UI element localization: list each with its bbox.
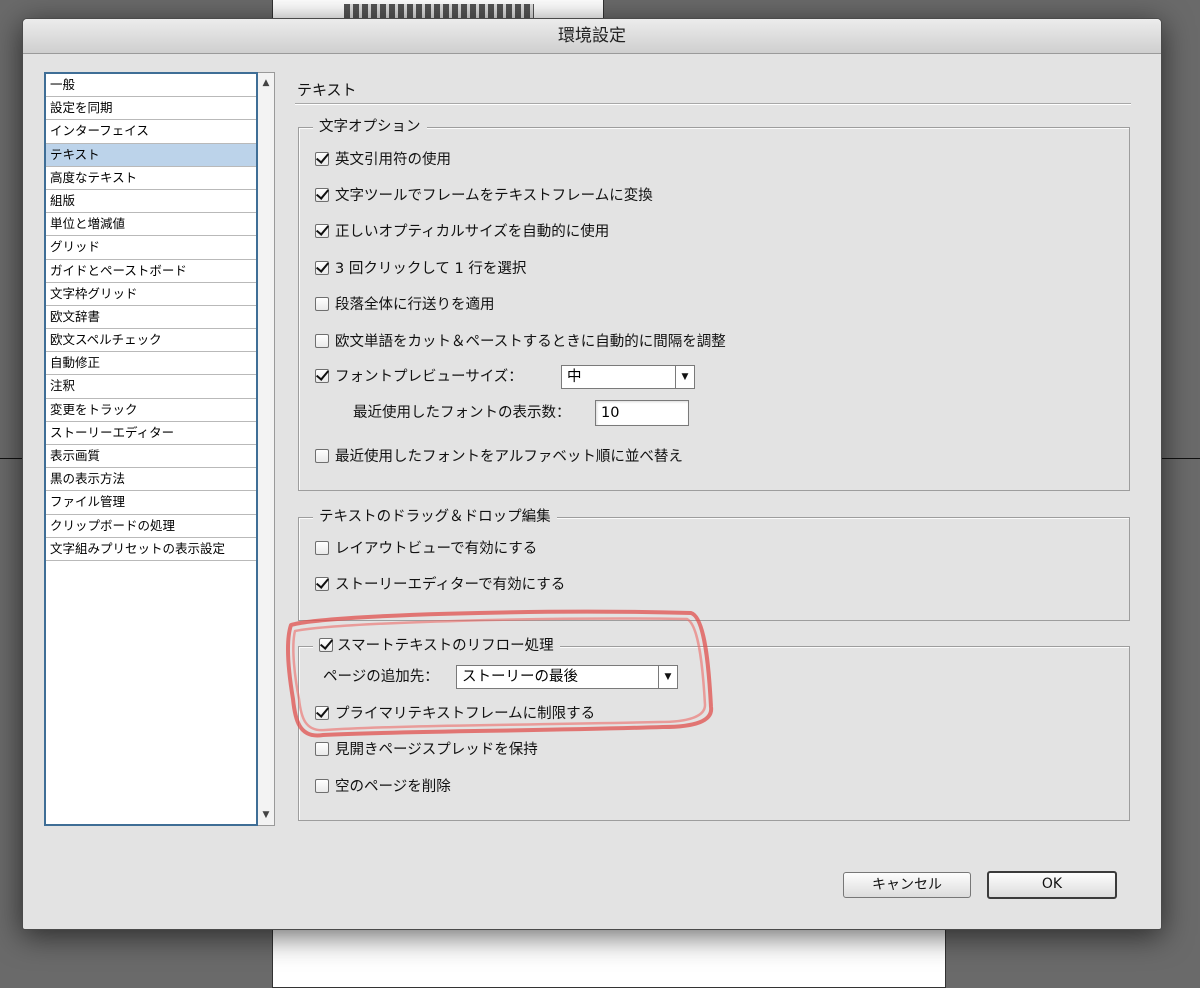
limit-primary-frames-checkbox[interactable] <box>315 706 329 720</box>
add-pages-to-row: ページの追加先： <box>323 667 439 687</box>
section-title: テキスト <box>297 81 357 99</box>
sidebar-item[interactable]: 一般 <box>46 74 256 98</box>
apply-leading-label: 段落全体に行送りを適用 <box>335 297 495 313</box>
dropdown-arrow-icon: ▼ <box>658 666 677 688</box>
add-pages-to-value: ストーリーの最後 <box>462 669 578 685</box>
sidebar-item[interactable]: 欧文辞書 <box>46 306 256 330</box>
sidebar-item[interactable]: 注釈 <box>46 375 256 399</box>
scroll-up-arrow-icon[interactable]: ▲ <box>258 75 274 91</box>
auto-optical-size-label: 正しいオプティカルサイズを自動的に使用 <box>335 224 610 240</box>
triple-click-checkbox[interactable] <box>315 261 329 275</box>
sidebar-item[interactable]: 文字枠グリッド <box>46 283 256 306</box>
delete-empty-pages-label: 空のページを削除 <box>335 779 451 795</box>
sidebar-item[interactable]: テキスト <box>46 143 256 167</box>
type-tool-convert-checkbox[interactable] <box>315 188 329 202</box>
adjust-spacing-label: 欧文単語をカット＆ペーストするときに自動的に間隔を調整 <box>335 334 726 350</box>
sidebar-item[interactable]: 組版 <box>46 190 256 214</box>
dropdown-arrow-icon: ▼ <box>675 366 694 388</box>
sidebar-item[interactable]: クリップボードの処理 <box>46 515 256 538</box>
limit-primary-frames-label: プライマリテキストフレームに制限する <box>335 706 596 722</box>
drag-drop-group: テキストのドラッグ＆ドロップ編集 レイアウトビューで有効にする ストーリーエディ… <box>298 507 1130 621</box>
sidebar-item[interactable]: 欧文スペルチェック <box>46 329 256 353</box>
enable-layout-view-label: レイアウトビューで有効にする <box>335 541 538 557</box>
triple-click-label: 3 回クリックして 1 行を選択 <box>335 261 527 277</box>
sidebar-item[interactable]: ストーリーエディター <box>46 422 256 445</box>
adjust-spacing-option[interactable]: 欧文単語をカット＆ペーストするときに自動的に間隔を調整 <box>315 332 726 352</box>
section-divider <box>295 103 1131 105</box>
font-preview-option[interactable]: フォントプレビューサイズ： <box>315 367 523 387</box>
sidebar-item[interactable]: 文字組みプリセットの表示設定 <box>46 538 256 561</box>
delete-empty-pages-option[interactable]: 空のページを削除 <box>315 777 451 797</box>
sidebar-item[interactable]: 設定を同期 <box>46 97 256 121</box>
add-pages-to-label: ページの追加先： <box>323 669 439 685</box>
sidebar-item[interactable]: 表示画質 <box>46 445 256 469</box>
ok-button[interactable]: OK <box>987 871 1117 899</box>
sidebar-item[interactable]: 黒の表示方法 <box>46 468 256 492</box>
font-preview-label: フォントプレビューサイズ： <box>335 369 523 385</box>
background-document-page-bottom <box>272 926 946 988</box>
category-list-scrollbar[interactable]: ▲ ▼ <box>258 72 275 826</box>
dialog-title: 環境設定 <box>23 19 1161 54</box>
background-guide-line <box>0 458 22 459</box>
preserve-spreads-option[interactable]: 見開きページスプレッドを保持 <box>315 740 538 760</box>
add-pages-to-select[interactable]: ストーリーの最後 ▼ <box>456 665 678 689</box>
use-typographer-quotes-checkbox[interactable] <box>315 152 329 166</box>
sidebar-item[interactable]: 自動修正 <box>46 352 256 376</box>
apply-leading-checkbox[interactable] <box>315 297 329 311</box>
text-options-legend: 文字オプション <box>313 117 427 137</box>
type-tool-convert-option[interactable]: 文字ツールでフレームをテキストフレームに変換 <box>315 186 653 206</box>
sidebar-item[interactable]: グリッド <box>46 236 256 260</box>
enable-story-editor-checkbox[interactable] <box>315 577 329 591</box>
sort-recent-fonts-checkbox[interactable] <box>315 449 329 463</box>
sidebar-item[interactable]: 単位と増減値 <box>46 213 256 237</box>
type-tool-convert-label: 文字ツールでフレームをテキストフレームに変換 <box>335 188 653 204</box>
recent-fonts-count-field[interactable]: 10 <box>595 400 689 426</box>
triple-click-option[interactable]: 3 回クリックして 1 行を選択 <box>315 259 526 279</box>
limit-primary-frames-option[interactable]: プライマリテキストフレームに制限する <box>315 704 595 724</box>
smart-reflow-checkbox[interactable] <box>319 638 333 652</box>
scroll-down-arrow-icon[interactable]: ▼ <box>258 807 274 823</box>
enable-layout-view-option[interactable]: レイアウトビューで有効にする <box>315 539 537 559</box>
cancel-button[interactable]: キャンセル <box>843 872 971 898</box>
preferences-dialog: 環境設定 一般 設定を同期 インターフェイス テキスト 高度なテキスト 組版 単位と増減値グ… <box>22 18 1162 930</box>
enable-story-editor-option[interactable]: ストーリーエディターで有効にする <box>315 575 565 595</box>
sidebar-item[interactable]: ガイドとペーストボード <box>46 260 256 283</box>
delete-empty-pages-checkbox[interactable] <box>315 779 329 793</box>
background-document-strip <box>344 4 534 18</box>
sidebar-item[interactable]: 高度なテキスト <box>46 167 256 190</box>
enable-story-editor-label: ストーリーエディターで有効にする <box>335 577 566 593</box>
recent-fonts-count-row: 最近使用したフォントの表示数： <box>353 403 571 423</box>
recent-fonts-count-value: 10 <box>601 405 620 421</box>
apply-leading-option[interactable]: 段落全体に行送りを適用 <box>315 295 495 315</box>
auto-optical-size-option[interactable]: 正しいオプティカルサイズを自動的に使用 <box>315 222 609 242</box>
font-preview-size-select[interactable]: 中 ▼ <box>561 365 695 389</box>
adjust-spacing-checkbox[interactable] <box>315 334 329 348</box>
recent-fonts-count-label: 最近使用したフォントの表示数： <box>353 405 571 421</box>
background-guide-line-right <box>1160 458 1200 459</box>
smart-reflow-legend[interactable]: スマートテキストのリフロー処理 <box>313 636 560 656</box>
use-typographer-quotes-option[interactable]: 英文引用符の使用 <box>315 150 451 170</box>
sidebar-item[interactable]: インターフェイス <box>46 120 256 144</box>
font-preview-checkbox[interactable] <box>315 369 329 383</box>
sort-recent-fonts-option[interactable]: 最近使用したフォントをアルファベット順に並べ替え <box>315 447 683 467</box>
enable-layout-view-checkbox[interactable] <box>315 541 329 555</box>
use-typographer-quotes-label: 英文引用符の使用 <box>335 152 451 168</box>
sidebar-item[interactable]: ファイル管理 <box>46 491 256 515</box>
category-list[interactable]: 一般 設定を同期 インターフェイス テキスト 高度なテキスト 組版 単位と増減値 グリッド ガイ… <box>44 72 258 826</box>
auto-optical-size-checkbox[interactable] <box>315 224 329 238</box>
smart-reflow-label: スマートテキストのリフロー処理 <box>337 638 554 654</box>
font-preview-size-value: 中 <box>567 369 582 385</box>
sort-recent-fonts-label: 最近使用したフォントをアルファベット順に並べ替え <box>335 449 683 465</box>
drag-drop-legend: テキストのドラッグ＆ドロップ編集 <box>313 507 557 527</box>
text-options-group: 文字オプション 英文引用符の使用 文字ツールでフレームをテキストフレームに変換 … <box>298 117 1130 491</box>
sidebar-item[interactable]: 変更をトラック <box>46 399 256 422</box>
preserve-spreads-checkbox[interactable] <box>315 742 329 756</box>
preserve-spreads-label: 見開きページスプレッドを保持 <box>335 742 538 758</box>
smart-reflow-group: スマートテキストのリフロー処理 ページの追加先： ストーリーの最後 ▼ プライマ… <box>298 636 1130 821</box>
